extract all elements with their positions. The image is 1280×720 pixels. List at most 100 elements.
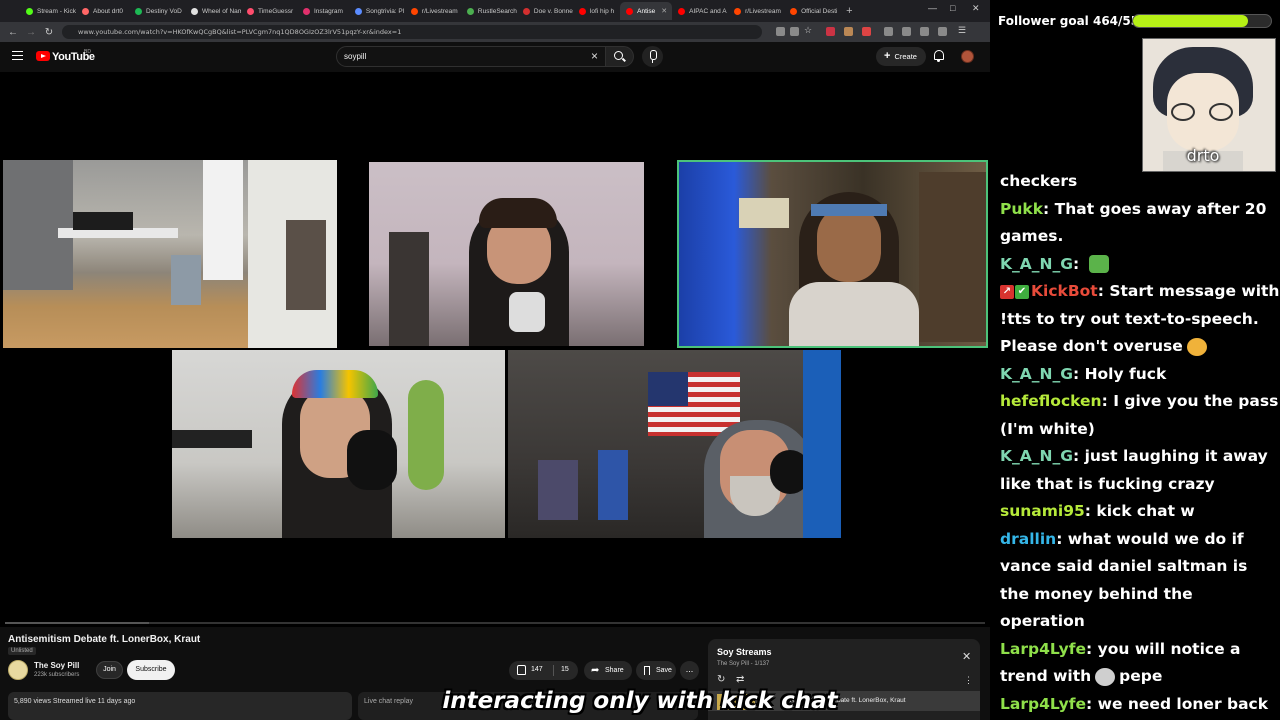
browser-tab[interactable]: lofi hip h <box>573 2 620 20</box>
extension-icon[interactable] <box>776 27 785 36</box>
save-icon <box>644 666 650 675</box>
playlist-item[interactable]: Antisemitism Debate ft. LonerBox, Kraut <box>708 691 980 711</box>
extension-icon[interactable] <box>844 27 853 36</box>
chat-replay-box[interactable]: Live chat replay <box>358 692 698 720</box>
plus-icon: + <box>884 50 891 62</box>
create-button[interactable]: + Create <box>876 47 926 66</box>
new-tab-icon[interactable]: + <box>846 5 852 17</box>
search-icon <box>614 51 623 60</box>
share-icon: ➦ <box>591 665 600 676</box>
extension-icon[interactable] <box>920 27 929 36</box>
browser-tab[interactable]: Antise ✕ <box>620 2 673 20</box>
chat-username[interactable]: Larp4Lyfe <box>1000 640 1086 658</box>
bookmark-star-icon[interactable]: ☆ <box>804 25 813 35</box>
extension-icon[interactable] <box>884 27 893 36</box>
hamburger-menu-icon[interactable] <box>12 51 23 60</box>
browser-tab[interactable]: Destiny VoD <box>129 2 185 20</box>
back-icon[interactable]: ← <box>4 27 22 38</box>
extension-icon[interactable] <box>862 27 871 36</box>
share-button[interactable]: ➦ Share <box>584 661 632 680</box>
search-query: soypill <box>344 52 367 61</box>
loop-icon[interactable]: ↻ <box>717 674 725 685</box>
pepe-icon <box>1095 667 1116 686</box>
chat-message: K_A_N_G: just laughing it away like that… <box>1000 443 1280 498</box>
browser-tab[interactable]: Doe v. Bonne <box>517 2 573 20</box>
voice-search-icon[interactable] <box>642 46 663 67</box>
close-tab-icon[interactable]: ✕ <box>661 7 667 15</box>
like-count[interactable]: 147 <box>531 666 543 673</box>
chat-separator: : <box>1101 392 1114 410</box>
sidebar-icon[interactable] <box>938 27 947 36</box>
channel-name[interactable]: The Soy Pill <box>34 661 79 670</box>
chat-username[interactable]: Pukk <box>1000 200 1043 218</box>
chat-username[interactable]: Larp4Lyfe <box>1000 695 1086 713</box>
dislike-count[interactable]: 15 <box>561 666 569 673</box>
video-player[interactable] <box>0 72 990 627</box>
streamer-webcam: drto <box>1142 38 1276 172</box>
browser-tab[interactable]: r/Livestream <box>405 2 461 20</box>
shuffle-icon[interactable]: ⇄ <box>736 674 744 685</box>
chat-username[interactable]: sunami95 <box>1000 502 1085 520</box>
clear-search-icon[interactable]: × <box>591 49 598 63</box>
close-playlist-icon[interactable]: ✕ <box>962 650 971 663</box>
url-field[interactable]: www.youtube.com/watch?v=HKOfKwQCgBQ&list… <box>62 25 762 39</box>
chat-username[interactable]: drallin <box>1000 530 1056 548</box>
maximize-icon[interactable]: □ <box>950 3 955 13</box>
account-avatar[interactable] <box>961 50 974 63</box>
forward-icon[interactable]: → <box>22 27 40 38</box>
like-icon[interactable] <box>517 665 526 675</box>
notifications-bell-icon[interactable] <box>934 50 944 62</box>
follower-goal-bar <box>1132 14 1272 28</box>
chat-message: Larp4Lyfe: we need loner back in the orb… <box>1000 691 1280 720</box>
minimize-icon[interactable]: — <box>928 3 937 13</box>
close-window-icon[interactable]: ✕ <box>972 3 980 14</box>
chat-separator: : <box>1072 254 1085 273</box>
browser-menu-icon[interactable]: ☰ <box>958 25 967 35</box>
tab-label: Destiny VoD <box>146 7 182 15</box>
browser-tab[interactable]: Songtrivia: Pl <box>349 2 405 20</box>
browser-tab[interactable]: Instagram <box>297 2 349 20</box>
extension-icon[interactable] <box>790 27 799 36</box>
chat-username[interactable]: K_A_N_G <box>1000 255 1073 273</box>
browser-tab[interactable]: Official Desti <box>784 2 840 20</box>
more-actions-button[interactable]: ... <box>680 661 699 680</box>
subscribe-button[interactable]: Subscribe <box>127 660 175 680</box>
join-button[interactable]: Join <box>96 661 123 679</box>
extension-icon[interactable] <box>826 27 835 36</box>
chat-username[interactable]: hefeflocken <box>1000 392 1102 410</box>
channel-avatar[interactable] <box>8 660 28 680</box>
browser-tab[interactable]: Wheel of Names <box>185 2 241 20</box>
reload-icon[interactable]: ↻ <box>40 27 58 38</box>
chat-separator: : <box>1086 694 1098 713</box>
video-tile-guest-cap <box>172 350 505 538</box>
description-box[interactable]: 5,890 views Streamed live 11 days ago <box>8 692 352 720</box>
playlist-menu-icon[interactable]: ⋮ <box>964 675 973 686</box>
browser-window: Stream - Kick About drt0 Destiny VoD Wheel … <box>0 0 990 720</box>
youtube-logo-icon[interactable] <box>36 51 50 61</box>
share-label: Share <box>605 667 624 674</box>
search-button[interactable] <box>606 46 634 67</box>
tab-favicon-icon <box>626 7 634 15</box>
chat-username[interactable]: KickBot <box>1031 282 1098 300</box>
browser-tab[interactable]: RustleSearch <box>461 2 517 20</box>
browser-tab[interactable]: Stream - Kick <box>20 2 76 20</box>
video-progress-bar[interactable] <box>5 622 985 624</box>
browser-tab[interactable]: AIPAC and A <box>672 2 728 20</box>
video-tile-host <box>369 162 644 346</box>
tab-label: Official Desti <box>801 7 838 15</box>
tab-favicon-icon <box>790 7 798 15</box>
playlist-title[interactable]: Soy Streams <box>717 647 772 657</box>
browser-tab[interactable]: r/Livestream <box>728 2 784 20</box>
search-input[interactable]: soypill × <box>336 46 606 67</box>
save-button[interactable]: Save <box>636 661 676 680</box>
follower-goal-fill <box>1133 15 1249 27</box>
browser-tab[interactable]: About drt0 <box>76 2 129 20</box>
tab-label: Wheel of Names <box>202 7 241 15</box>
download-icon[interactable] <box>902 27 911 36</box>
region-code: BD <box>84 49 91 55</box>
like-divider <box>553 665 554 676</box>
chat-message: K_A_N_G: <box>1000 251 1280 279</box>
chat-username[interactable]: K_A_N_G <box>1000 365 1073 383</box>
browser-tab[interactable]: TimeGuessr <box>241 2 297 20</box>
chat-username[interactable]: K_A_N_G <box>1000 447 1073 465</box>
